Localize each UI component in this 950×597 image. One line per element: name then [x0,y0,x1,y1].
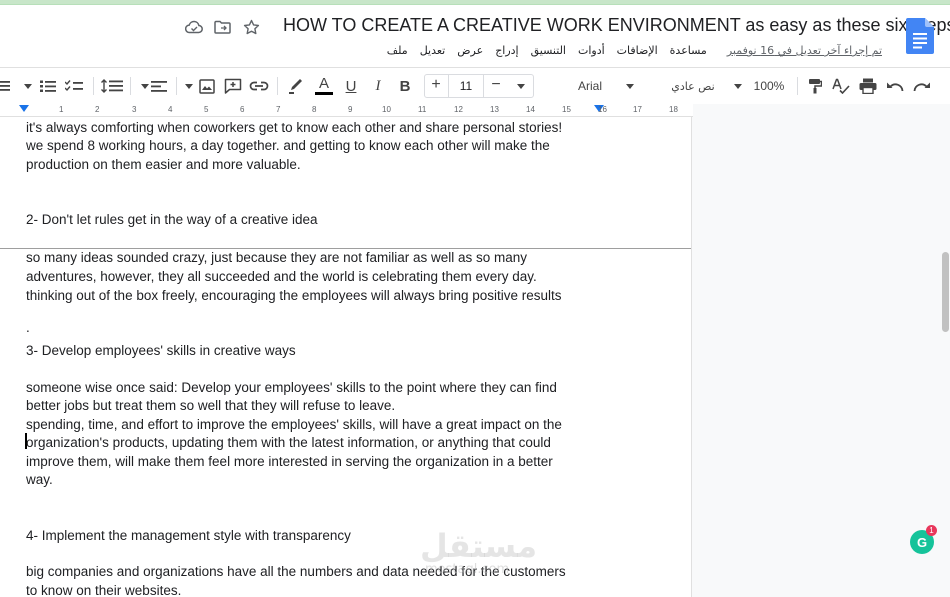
separator [277,77,278,95]
document-page[interactable]: it's always comforting when coworkers ge… [0,117,692,597]
docs-logo-icon[interactable] [906,18,934,54]
ruler-label: 13 [490,105,499,114]
ruler-label: 16 [598,105,607,114]
menu-file[interactable]: ملف [381,42,414,59]
ruler-label: 1 [59,105,64,114]
ruler-label: 15 [562,105,571,114]
docs-header: HOW TO CREATE A CREATIVE WORK ENVIRONMEN… [0,5,950,67]
italic-button[interactable]: I [370,76,386,96]
zoom-select[interactable]: 100% [751,76,787,96]
menu-bar: ملف تعديل عرض إدراج التنسيق أدوات الإضاف… [381,42,888,59]
cloud-status-icon[interactable] [184,17,204,37]
paragraph-line[interactable]: organization's products, updating them w… [26,435,551,450]
highlight-icon[interactable] [287,76,305,96]
text-cursor [25,433,27,449]
menu-format[interactable]: التنسيق [525,42,572,59]
paragraph-line[interactable]: production on them easier and more valua… [26,157,301,172]
ruler-label: 6 [240,105,245,114]
ruler-label: 14 [526,105,535,114]
horizontal-ruler[interactable]: 1 2 3 4 5 6 7 8 9 10 11 12 13 14 15 16 1… [0,104,693,117]
insert-image-icon[interactable] [199,76,215,96]
text-color-icon[interactable]: A [315,76,333,96]
add-comment-icon[interactable] [224,76,242,96]
ruler-label: 5 [204,105,209,114]
heading-step-2[interactable]: 2- Don't let rules get in the way of a c… [26,212,317,227]
paragraph-line[interactable]: . [26,320,30,335]
redo-icon[interactable] [913,76,931,96]
separator [176,77,177,95]
paragraph-line[interactable]: way. [26,472,53,487]
paragraph-line[interactable]: we spend 8 working hours, a day together… [26,138,550,153]
ruler-label: 11 [418,105,427,114]
checklist-icon[interactable] [65,76,83,96]
ruler-label: 4 [168,105,173,114]
watermark-url: mostaql.com [425,562,510,577]
paragraph-line[interactable]: someone wise once said: Develop your emp… [26,380,557,395]
menu-help[interactable]: مساعدة [664,42,713,59]
ruler-label: 10 [382,105,391,114]
list-icon[interactable] [0,76,10,96]
separator [797,77,798,95]
separator [130,77,131,95]
paragraph-line[interactable]: so many ideas sounded crazy, just becaus… [26,250,527,265]
last-edit-link[interactable]: تم إجراء آخر تعديل في 16 نوفمبر [713,42,888,59]
ruler-right-area [693,104,950,117]
chevron-down-icon[interactable] [515,76,527,96]
line-spacing-icon[interactable] [101,76,123,96]
decrease-font-size-button[interactable]: − [486,75,506,95]
watermark-logo: مستقل [420,527,538,565]
paragraph-line[interactable]: better jobs but treat them so well that … [26,398,395,413]
ruler-label: 17 [633,105,642,114]
chevron-down-icon[interactable] [183,76,195,96]
ruler-label: 2 [95,105,100,114]
increase-font-size-button[interactable]: + [426,75,446,95]
chevron-down-icon[interactable] [22,76,34,96]
vertical-scrollbar[interactable] [942,252,949,332]
bold-button[interactable]: B [397,76,413,96]
menu-edit[interactable]: تعديل [414,42,452,59]
ruler-label: 18 [669,105,678,114]
insert-link-icon[interactable] [249,76,269,96]
move-to-folder-icon[interactable] [212,17,232,37]
ruler-label: 7 [276,105,281,114]
align-icon[interactable] [151,76,167,96]
toolbar: A U I B + 11 − Arial نص عادي 100% [0,67,950,104]
chevron-down-icon[interactable] [139,76,151,96]
chevron-down-icon[interactable] [624,76,636,96]
paragraph-line[interactable]: spending, time, and effort to improve th… [26,417,562,432]
star-icon[interactable] [241,17,261,37]
menu-tools[interactable]: أدوات [572,42,611,59]
undo-icon[interactable] [886,76,904,96]
ruler-label: 9 [348,105,353,114]
ruler-label: 3 [132,105,137,114]
page-break [0,248,691,249]
heading-step-4[interactable]: 4- Implement the management style with t… [26,528,351,543]
text-color-swatch [315,92,333,95]
menu-insert[interactable]: إدراج [489,42,524,59]
text-color-letter: A [318,75,329,92]
ruler-label: 12 [454,105,463,114]
grammarly-badge: 1 [926,525,937,536]
print-icon[interactable] [859,76,877,96]
spellcheck-icon[interactable] [832,76,850,96]
paragraph-line[interactable]: it's always comforting when coworkers ge… [26,120,562,135]
numbered-list-icon[interactable] [40,76,56,96]
paragraph-line[interactable]: to know on their websites. [26,583,181,597]
paint-format-icon[interactable] [807,76,823,96]
separator [93,77,94,95]
font-family-select[interactable]: Arial [573,76,607,96]
document-title[interactable]: HOW TO CREATE A CREATIVE WORK ENVIRONMEN… [283,15,950,36]
paragraph-line[interactable]: improve them, will make them feel more i… [26,454,553,469]
paragraph-line[interactable]: thinking out of the box freely, encourag… [26,288,562,303]
paragraph-style-select[interactable]: نص عادي [665,76,721,96]
underline-button[interactable]: U [343,76,359,96]
paragraph-line[interactable]: adventures, however, they all succeeded … [26,269,537,284]
menu-addons[interactable]: الإضافات [611,42,664,59]
font-size-input[interactable]: 11 [448,74,484,98]
menu-view[interactable]: عرض [451,42,489,59]
ruler-label: 8 [312,105,317,114]
chevron-down-icon[interactable] [732,76,744,96]
heading-step-3[interactable]: 3- Develop employees' skills in creative… [26,343,296,358]
left-indent-marker[interactable] [19,105,29,112]
